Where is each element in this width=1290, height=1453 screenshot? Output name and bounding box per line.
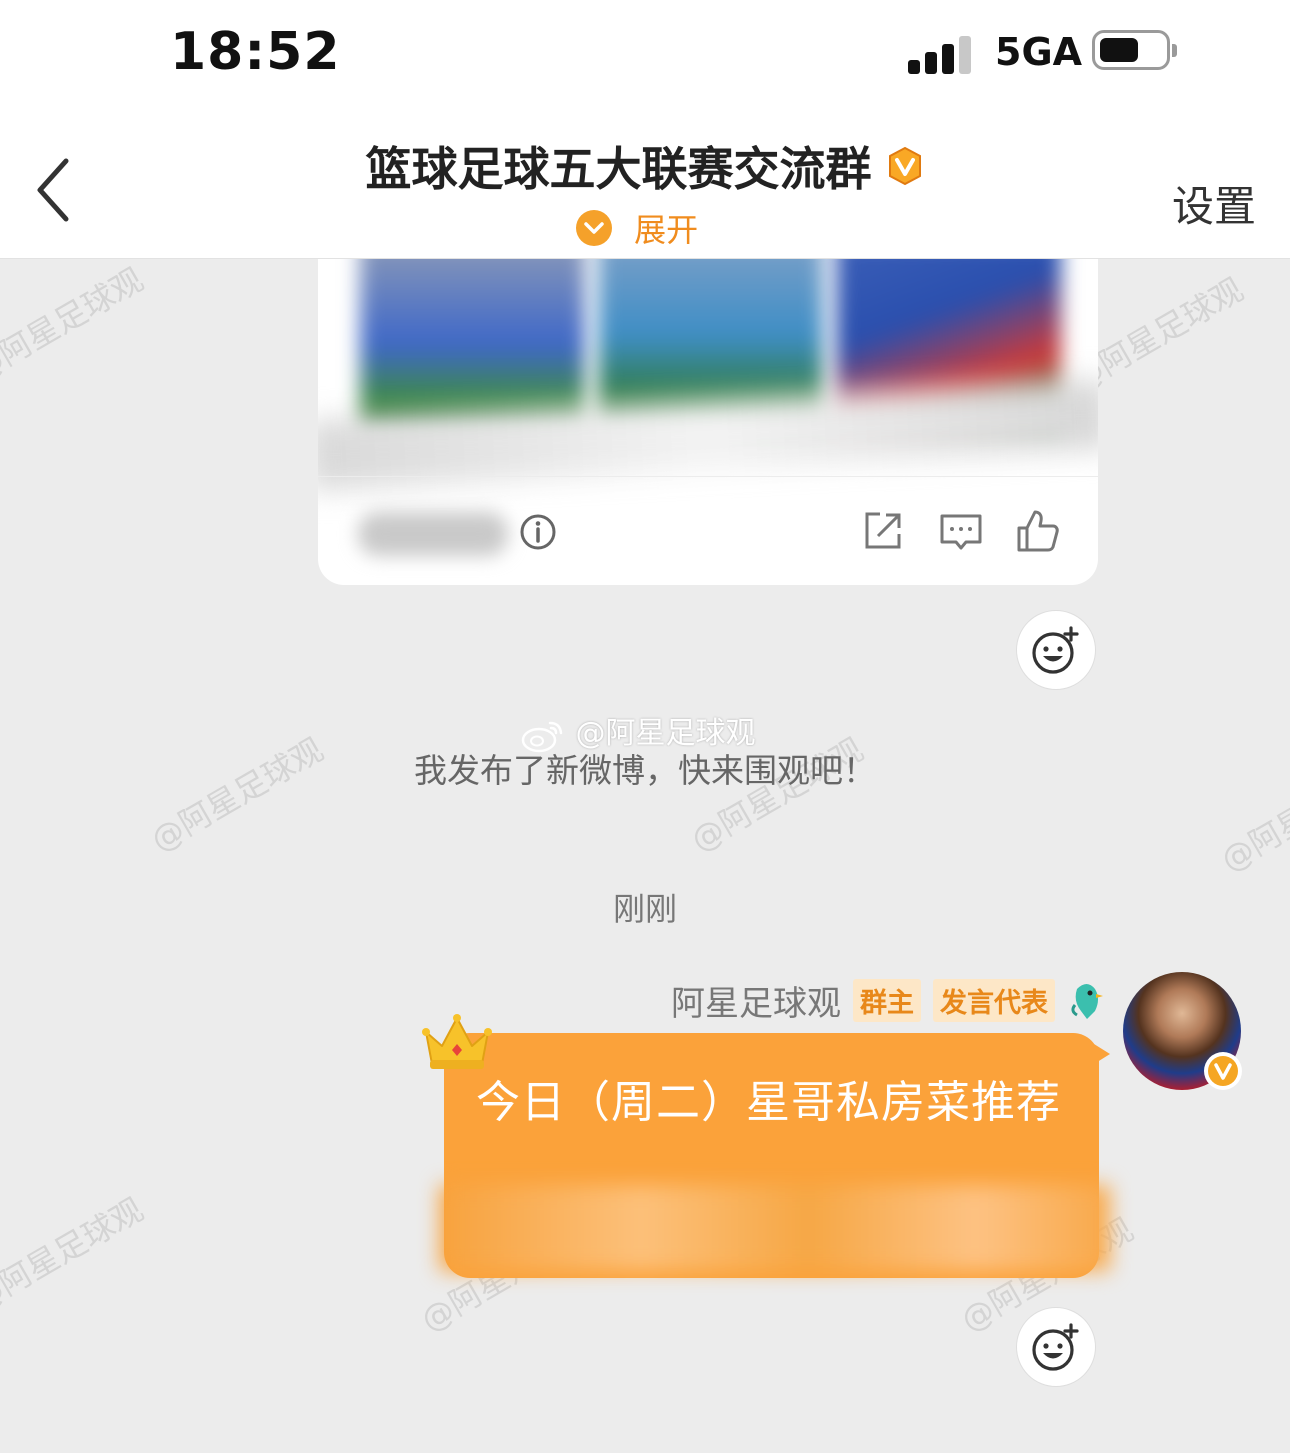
like-icon[interactable]	[1015, 508, 1061, 554]
bubble-tail	[1094, 1044, 1110, 1064]
add-reaction-button[interactable]	[1016, 610, 1096, 690]
verified-badge-icon	[1204, 1052, 1242, 1090]
share-notice-text: 我发布了新微博，快来围观吧！	[414, 751, 876, 790]
sender-info: 阿星足球观 群主 发言代表	[671, 976, 1105, 1025]
watermark: @阿星足球观	[0, 260, 150, 390]
network-label: 5GA	[995, 30, 1083, 74]
emoji-add-icon	[1032, 626, 1079, 674]
sender-name[interactable]: 阿星足球观	[671, 976, 841, 1025]
info-icon[interactable]	[518, 512, 558, 552]
chat-header: 篮球足球五大联赛交流群 展开 设置	[0, 105, 1290, 259]
owner-badge: 群主	[853, 978, 921, 1022]
comment-icon[interactable]	[938, 508, 984, 554]
bird-badge-icon	[1071, 984, 1103, 1019]
share-icon[interactable]	[860, 508, 906, 554]
settings-button[interactable]: 设置	[1172, 173, 1256, 234]
group-title[interactable]: 篮球足球五大联赛交流群	[365, 142, 871, 196]
crown-icon	[422, 1014, 492, 1069]
add-reaction-button[interactable]	[1016, 1307, 1096, 1387]
verified-group-icon	[888, 146, 921, 186]
status-time: 18:52	[170, 22, 341, 82]
signal-icon	[908, 34, 978, 74]
share-handle-line: @阿星足球观	[520, 708, 756, 752]
battery-icon	[1092, 30, 1177, 70]
post-image[interactable]	[360, 240, 585, 430]
divider	[318, 476, 1098, 477]
expand-button[interactable]: 展开	[575, 205, 698, 249]
blurred-interaction-label	[358, 512, 508, 556]
expand-label: 展开	[634, 211, 699, 249]
message-text: 今日（周二）星哥私房菜推荐	[476, 1077, 1061, 1128]
representative-badge: 发言代表	[933, 978, 1055, 1022]
message-timestamp: 刚刚	[612, 890, 677, 928]
blurred-message-content	[440, 1185, 1110, 1271]
emoji-add-icon	[1032, 1323, 1079, 1371]
chevron-down-icon	[576, 210, 612, 246]
status-bar: 18:52 5GA	[0, 0, 1290, 105]
title-wrap: 篮球足球五大联赛交流群	[0, 133, 1290, 199]
watermark: @阿星足球观	[0, 1190, 150, 1320]
shared-post-card[interactable]	[318, 230, 1098, 585]
